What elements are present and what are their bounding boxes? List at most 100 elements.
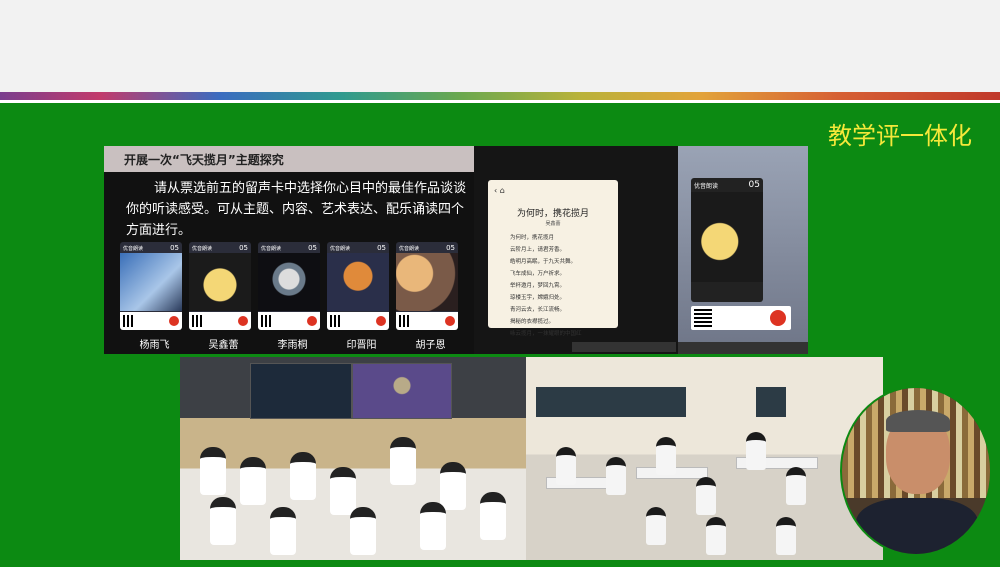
student-figure: [556, 447, 576, 485]
student-figure: [656, 437, 676, 475]
student-figure: [210, 497, 236, 545]
poem-line: 琼楼玉宇，嫦娥归处。: [510, 295, 566, 301]
phone-toolbar[interactable]: [678, 342, 808, 354]
student-figure: [696, 477, 716, 515]
card-brand: 优音朗读: [694, 183, 719, 190]
classroom-video-right: [526, 357, 883, 560]
qr-code-icon: [330, 315, 342, 327]
card-footer: [189, 312, 251, 330]
slide-title: 教学评一体化: [828, 122, 972, 150]
top-band: [0, 0, 1000, 92]
student-figure: [350, 507, 376, 555]
poem-line: 飞车成仙，万户祈求。: [510, 271, 566, 277]
card-number: 05: [239, 244, 248, 252]
qr-code-icon: [694, 309, 712, 327]
window: [536, 387, 686, 417]
lesson-slide-heading: 开展一次“飞天揽月”主题探究: [124, 153, 284, 167]
poem-line: 皓明月高眠，于九天共舞。: [510, 259, 577, 265]
phone-screen: 优音朗读 05: [678, 146, 808, 354]
card-brand: 优音朗读: [261, 246, 282, 252]
student-figure: [606, 457, 626, 495]
poem-author: 吴鑫蕾: [545, 221, 561, 227]
smart-board: [250, 363, 352, 419]
student-figure: [200, 447, 226, 495]
voice-card: 优音朗读 05: [396, 242, 458, 330]
card-number: 05: [170, 244, 179, 252]
screen-toolbar[interactable]: [572, 342, 676, 352]
student-figure: [390, 437, 416, 485]
voice-card: 优音朗读 05: [189, 242, 251, 330]
voice-card: 优音朗读 05: [120, 242, 182, 330]
student-figure: [240, 457, 266, 505]
student-figure: [776, 517, 796, 555]
student-name: 吴鑫蕾: [208, 340, 239, 351]
poem-line: 举杯邀月，梦回九霄。: [510, 283, 566, 289]
voice-card-row: 优音朗读 05 优音朗读 05 优音朗读 05 优音朗读 05 优音朗读 05: [120, 242, 460, 330]
student-figure: [706, 517, 726, 555]
poem-line: 为何时，携花揽月: [510, 235, 555, 241]
poem-line: 云阶月上，请君芳香。: [510, 247, 566, 253]
lesson-slide-instructions: 请从票选前五的留声卡中选择你心目中的最佳作品谈谈你的听读感受。可从主题、内容、艺…: [126, 181, 467, 238]
card-brand: 优音朗读: [192, 246, 213, 252]
poem-line: 揭秘的衣襟揽过。: [510, 319, 555, 325]
moon-image: [691, 192, 763, 282]
phone-card-footer: [691, 306, 791, 330]
poem-lines: 为何时，携花揽月 云阶月上，请君芳香。 皓明月高眠，于九天共舞。 飞车成仙，万户…: [510, 232, 582, 340]
window: [756, 387, 786, 417]
qr-code-icon: [399, 315, 411, 327]
poem-screen: ‹ ⌂ 为何时，携花揽月 吴鑫蕾 为何时，携花揽月 云阶月上，请君芳香。 皓明月…: [474, 146, 678, 354]
student-name: 李雨桐: [277, 340, 308, 351]
student-figure: [290, 452, 316, 500]
rainbow-stripe: [0, 92, 1000, 100]
qr-code-icon: [261, 315, 273, 327]
student-figure: [746, 432, 766, 470]
student-figure: [330, 467, 356, 515]
lesson-slide: 开展一次“飞天揽月”主题探究 请从票选前五的留声卡中选择你心目中的最佳作品谈谈你…: [104, 146, 474, 354]
astronaut-image: [258, 253, 320, 311]
student-figure: [270, 507, 296, 555]
planet-image: [327, 253, 389, 311]
poem-line: 咏云揽月，一抹耀眼的中国红: [510, 331, 582, 337]
presenter-webcam: [840, 386, 992, 556]
logo-icon: [376, 316, 386, 326]
student-figure: [440, 462, 466, 510]
card-brand: 优音朗读: [330, 246, 351, 252]
lesson-slide-header: 开展一次“飞天揽月”主题探究: [104, 146, 474, 172]
poem-paper: ‹ ⌂ 为何时，携花揽月 吴鑫蕾 为何时，携花揽月 云阶月上，请君芳香。 皓明月…: [488, 180, 618, 337]
poem-line: 青河云去，长江流畅。: [510, 307, 566, 313]
logo-icon: [169, 316, 179, 326]
card-brand: 优音朗读: [123, 246, 144, 252]
qr-code-icon: [192, 315, 204, 327]
student-figure: [646, 507, 666, 545]
card-footer: [396, 312, 458, 330]
qr-code-icon: [123, 315, 135, 327]
logo-icon: [770, 310, 786, 326]
student-name: 印晋阳: [346, 340, 377, 351]
phone-voice-card: 优音朗读 05: [691, 178, 763, 302]
planet-landscape-image: [396, 253, 458, 311]
presenter-hair: [886, 410, 950, 432]
student-figure: [420, 502, 446, 550]
card-footer: [327, 312, 389, 330]
card-number: 05: [748, 180, 760, 190]
classroom-video-left: [180, 357, 526, 560]
space-station-image: [120, 253, 182, 311]
presenter-suit: [856, 498, 978, 554]
logo-icon: [445, 316, 455, 326]
student-name: 杨雨飞: [139, 340, 170, 351]
logo-icon: [238, 316, 248, 326]
poem-title: 为何时，携花揽月: [516, 209, 589, 219]
card-number: 05: [446, 244, 455, 252]
smart-board: [352, 363, 452, 419]
student-figure: [786, 467, 806, 505]
card-footer: [120, 312, 182, 330]
card-number: 05: [308, 244, 317, 252]
student-name-row: 杨雨飞 吴鑫蕾 李雨桐 印晋阳 胡子恩: [120, 336, 465, 351]
voice-card: 优音朗读 05: [327, 242, 389, 330]
student-name: 胡子恩: [415, 340, 446, 351]
card-brand: 优音朗读: [399, 246, 420, 252]
student-figure: [480, 492, 506, 540]
moon-image: [189, 253, 251, 311]
back-home-icons[interactable]: ‹ ⌂: [494, 186, 505, 195]
logo-icon: [307, 316, 317, 326]
